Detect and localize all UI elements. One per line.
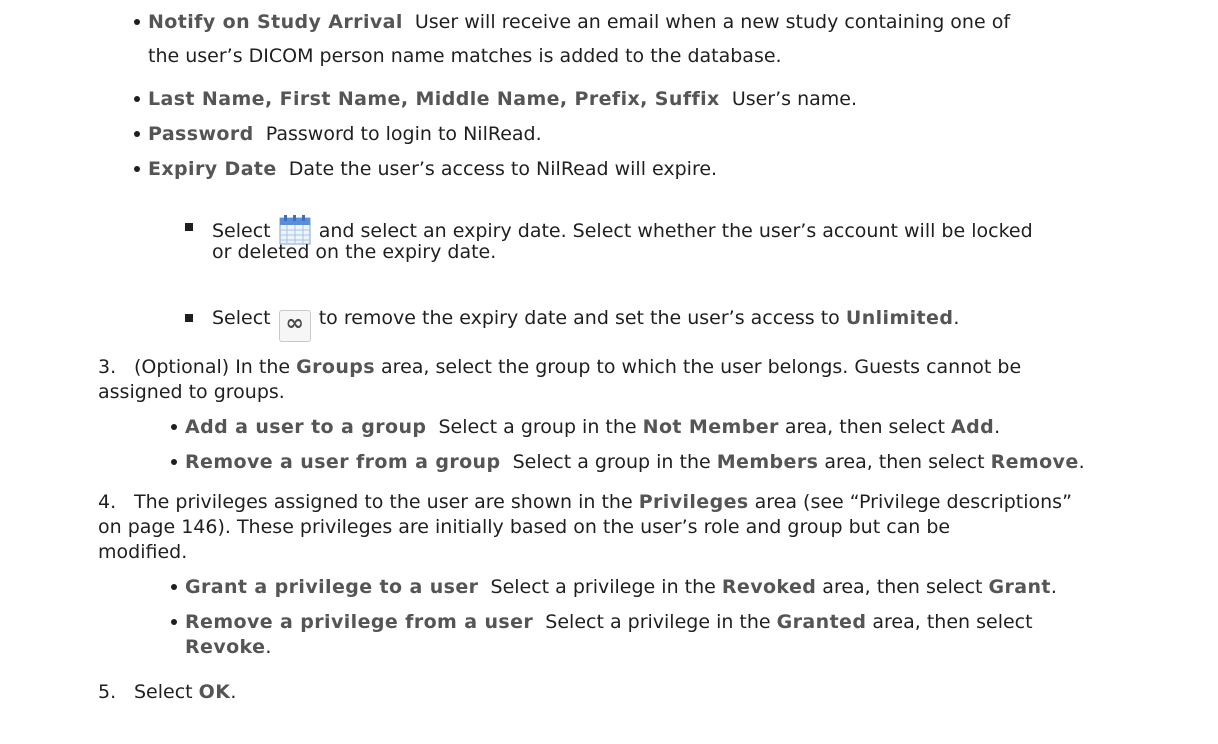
step-number: 3. bbox=[98, 356, 117, 378]
bold-text: Not Member bbox=[642, 416, 779, 438]
description: User will receive an email when a new st… bbox=[414, 11, 1011, 33]
sub-text: Select bbox=[212, 307, 271, 329]
description: Password to login to NilRead. bbox=[265, 123, 542, 145]
bullet bbox=[134, 96, 140, 102]
text: (Optional) In the bbox=[134, 356, 291, 378]
bold-text: Members bbox=[716, 451, 819, 473]
step-4: The privileges assigned to the user are … bbox=[134, 490, 1072, 514]
sub-item-infinity: Select ∞ to remove the expiry date and s… bbox=[212, 306, 959, 342]
bullet bbox=[134, 131, 140, 137]
step-4-cont: on page 146). These privileges are initi… bbox=[98, 516, 951, 538]
bullet bbox=[171, 584, 177, 590]
bold-text: Grant bbox=[988, 576, 1051, 598]
sub-text-cont: or deleted on the expiry date. bbox=[212, 241, 497, 263]
bold-text: Unlimited bbox=[845, 307, 954, 329]
text: Select a group in the bbox=[512, 451, 711, 473]
bullet bbox=[171, 619, 177, 625]
bold-text: Add bbox=[951, 416, 995, 438]
punct: . bbox=[1078, 451, 1085, 473]
step-number: 5. bbox=[98, 681, 117, 703]
list-item-names: Last Name, First Name, Middle Name, Pref… bbox=[148, 87, 857, 111]
step-3: (Optional) In the Groups area, select th… bbox=[134, 355, 1021, 379]
punct: . bbox=[230, 681, 237, 703]
term: Password bbox=[148, 123, 254, 145]
list-item-revoke-cont: Revoke. bbox=[185, 635, 271, 659]
bold-text: Groups bbox=[296, 356, 375, 378]
text: area, then select bbox=[822, 576, 983, 598]
description: Date the user’s access to NilRead will e… bbox=[288, 158, 718, 180]
sub-text: Select bbox=[212, 220, 271, 242]
square-bullet bbox=[185, 314, 193, 322]
term: Grant a privilege to a user bbox=[185, 576, 479, 598]
text: area (see “Privilege descriptions” bbox=[754, 491, 1072, 513]
list-item-remove-group: Remove a user from a group Select a grou… bbox=[185, 450, 1085, 474]
bold-text: Revoked bbox=[721, 576, 817, 598]
description: User’s name. bbox=[731, 88, 858, 110]
text: Select bbox=[134, 681, 193, 703]
term: Remove a user from a group bbox=[185, 451, 501, 473]
text: area, then select bbox=[872, 611, 1033, 633]
punct: . bbox=[1050, 576, 1057, 598]
punct: . bbox=[994, 416, 1001, 438]
bold-text: OK bbox=[198, 681, 231, 703]
bullet bbox=[134, 166, 140, 172]
text: area, then select bbox=[824, 451, 985, 473]
bullet bbox=[171, 424, 177, 430]
bullet bbox=[171, 459, 177, 465]
list-item-expiry: Expiry Date Date the user’s access to Ni… bbox=[148, 157, 717, 181]
term: Last Name, First Name, Middle Name, Pref… bbox=[148, 88, 720, 110]
infinity-glyph: ∞ bbox=[278, 310, 311, 342]
list-item-notify: Notify on Study Arrival User will receiv… bbox=[148, 10, 1010, 34]
step-5: Select OK. bbox=[134, 680, 236, 704]
sub-text: and select an expiry date. Select whethe… bbox=[318, 220, 1033, 242]
list-item-grant: Grant a privilege to a user Select a pri… bbox=[185, 575, 1057, 599]
step-4-cont: modified. bbox=[98, 541, 188, 563]
infinity-icon: ∞ bbox=[278, 310, 311, 342]
square-bullet bbox=[185, 223, 193, 231]
punct: . bbox=[953, 307, 960, 329]
step-3-cont: assigned to groups. bbox=[98, 381, 285, 403]
term: Add a user to a group bbox=[185, 416, 427, 438]
text: Select a privilege in the bbox=[490, 576, 716, 598]
text: Select a privilege in the bbox=[545, 611, 771, 633]
bullet bbox=[134, 19, 140, 25]
list-item-password: Password Password to login to NilRead. bbox=[148, 122, 542, 146]
bold-text: Revoke bbox=[185, 636, 266, 658]
punct: . bbox=[265, 636, 272, 658]
text: The privileges assigned to the user are … bbox=[134, 491, 633, 513]
text: area, select the group to which the user… bbox=[381, 356, 1022, 378]
text: area, then select bbox=[784, 416, 945, 438]
bold-text: Granted bbox=[776, 611, 867, 633]
bold-text: Remove bbox=[990, 451, 1079, 473]
bold-text: Privileges bbox=[638, 491, 749, 513]
term: Expiry Date bbox=[148, 158, 277, 180]
term: Notify on Study Arrival bbox=[148, 11, 403, 33]
description-cont: the user’s DICOM person name matches is … bbox=[148, 45, 782, 67]
term: Remove a privilege from a user bbox=[185, 611, 534, 633]
sub-text: to remove the expiry date and set the us… bbox=[318, 307, 840, 329]
step-number: 4. bbox=[98, 491, 117, 513]
list-item-add-group: Add a user to a group Select a group in … bbox=[185, 415, 1000, 439]
text: Select a group in the bbox=[438, 416, 637, 438]
list-item-revoke: Remove a privilege from a user Select a … bbox=[185, 610, 1033, 634]
